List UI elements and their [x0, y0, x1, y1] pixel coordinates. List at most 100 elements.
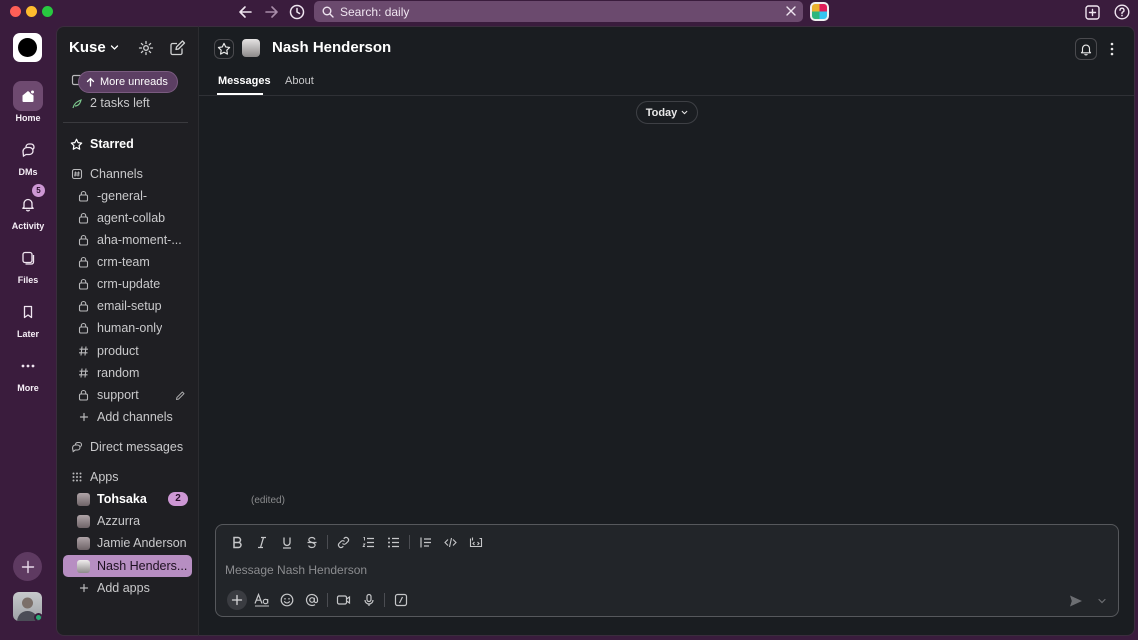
microphone-icon[interactable] [356, 590, 381, 610]
hash-icon [77, 345, 90, 358]
search-bar[interactable]: Search: daily [314, 1, 803, 22]
sidebar-section-apps[interactable]: Apps [63, 466, 192, 488]
send-icon[interactable] [1068, 593, 1084, 609]
compose-icon[interactable] [168, 39, 186, 57]
more-unreads-button[interactable]: More unreads [78, 71, 178, 93]
rail-files[interactable]: Files [0, 243, 56, 285]
slash-command-icon[interactable] [388, 590, 413, 610]
tab-messages[interactable]: Messages [218, 75, 271, 87]
add-workspace-button[interactable] [13, 552, 42, 581]
conversation-title[interactable]: Nash Henderson [272, 39, 391, 56]
sidebar-channel[interactable]: crm-update [63, 273, 192, 295]
sidebar-channel[interactable]: support [63, 384, 192, 406]
sidebar-channel[interactable]: product [63, 340, 192, 362]
sidebar-channel[interactable]: random [63, 362, 192, 384]
back-arrow-icon[interactable] [236, 3, 256, 21]
rail-later[interactable]: Later [0, 297, 56, 339]
history-clock-icon[interactable] [287, 3, 307, 21]
chevron-down-icon[interactable] [1096, 595, 1108, 607]
unread-count-badge: 2 [168, 492, 188, 506]
sidebar-divider [63, 122, 188, 123]
sidebar-app-item[interactable]: Tohsaka 2 [63, 488, 192, 510]
close-icon[interactable] [785, 3, 797, 19]
search-icon [322, 6, 334, 18]
lock-icon [77, 256, 90, 269]
tab-about[interactable]: About [285, 75, 314, 87]
edited-note: (edited) [251, 495, 285, 506]
chevron-down-icon [110, 45, 118, 50]
workspace-switcher[interactable] [13, 33, 42, 62]
header-divider [199, 95, 1134, 96]
star-conversation-button[interactable] [214, 39, 234, 59]
sidebar-section-direct-messages[interactable]: Direct messages [63, 436, 192, 458]
formatting-toggle-icon[interactable] [249, 590, 274, 610]
rail-more-label: More [17, 383, 39, 393]
ordered-list-icon[interactable] [356, 533, 381, 551]
bold-icon[interactable] [224, 533, 249, 551]
tasks-left-label: 2 tasks left [90, 96, 150, 110]
settings-gear-icon[interactable] [137, 39, 155, 57]
star-icon [70, 138, 83, 151]
message-input[interactable]: Message Nash Henderson [225, 563, 367, 577]
conversation-pane: Nash Henderson Messages About Today (edi… [198, 26, 1135, 636]
sidebar-app-item[interactable]: Azzurra [63, 510, 192, 532]
blockquote-icon[interactable] [413, 533, 438, 551]
apps-grid-icon [70, 471, 83, 484]
add-channels-button[interactable]: Add channels [63, 406, 192, 428]
code-block-icon[interactable] [463, 533, 488, 551]
sidebar-section-channels[interactable]: Channels [63, 163, 192, 185]
rail-home[interactable]: Home [0, 81, 56, 123]
activity-badge: 5 [32, 184, 45, 197]
forward-arrow-icon[interactable] [261, 3, 281, 21]
rail-more[interactable]: More [0, 351, 56, 393]
date-divider-button[interactable]: Today [636, 101, 698, 124]
notification-bell-icon[interactable] [1075, 38, 1097, 60]
attach-plus-button[interactable] [224, 590, 249, 610]
strikethrough-icon[interactable] [299, 533, 324, 551]
add-apps-button[interactable]: Add apps [63, 577, 192, 599]
mention-icon[interactable] [299, 590, 324, 610]
sidebar-section-starred[interactable]: Starred [63, 133, 192, 155]
conversation-avatar[interactable] [242, 39, 260, 57]
rail-dms[interactable]: DMs [0, 135, 56, 177]
title-bar: Search: daily [0, 0, 1138, 26]
sidebar-app-item-selected[interactable]: Nash Henders... [63, 555, 192, 577]
sidebar-channel[interactable]: agent-collab [63, 207, 192, 229]
kebab-menu-icon[interactable] [1105, 39, 1119, 59]
sidebar-channel[interactable]: email-setup [63, 295, 192, 317]
bookmark-icon [13, 297, 43, 327]
files-icon [13, 243, 43, 273]
pencil-icon[interactable] [175, 390, 186, 401]
code-icon[interactable] [438, 533, 463, 551]
home-icon [13, 81, 43, 111]
underline-icon[interactable] [274, 533, 299, 551]
link-icon[interactable] [331, 533, 356, 551]
bullet-list-icon[interactable] [381, 533, 406, 551]
channel-name: email-setup [97, 299, 162, 313]
app-logo-icon[interactable] [810, 2, 829, 21]
video-icon[interactable] [331, 590, 356, 610]
sidebar-channel[interactable]: human-only [63, 317, 192, 339]
window-zoom-button[interactable] [42, 6, 53, 17]
help-icon[interactable] [1112, 3, 1132, 21]
italic-icon[interactable] [249, 533, 274, 551]
window-close-button[interactable] [10, 6, 21, 17]
sidebar-channel[interactable]: aha-moment-... [63, 229, 192, 251]
sidebar-channel[interactable]: -general- [63, 185, 192, 207]
new-window-icon[interactable] [1083, 3, 1103, 21]
sidebar-item-tasks[interactable]: 2 tasks left [63, 92, 192, 114]
sidebar-app-item[interactable]: Jamie Anderson [63, 532, 192, 554]
emoji-icon[interactable] [274, 590, 299, 610]
app-name: Tohsaka [97, 492, 147, 506]
window-minimize-button[interactable] [26, 6, 37, 17]
app-avatar [77, 536, 90, 550]
dms-icon [13, 135, 43, 165]
rail-activity[interactable]: 5 Activity [0, 184, 56, 231]
workspace-name-button[interactable]: Kuse [69, 39, 119, 56]
user-avatar[interactable] [13, 592, 42, 621]
chevron-down-icon [681, 110, 688, 115]
app-avatar [77, 559, 90, 573]
channel-name: -general- [97, 189, 148, 203]
sidebar-channel[interactable]: crm-team [63, 251, 192, 273]
formatting-toolbar [224, 533, 488, 551]
